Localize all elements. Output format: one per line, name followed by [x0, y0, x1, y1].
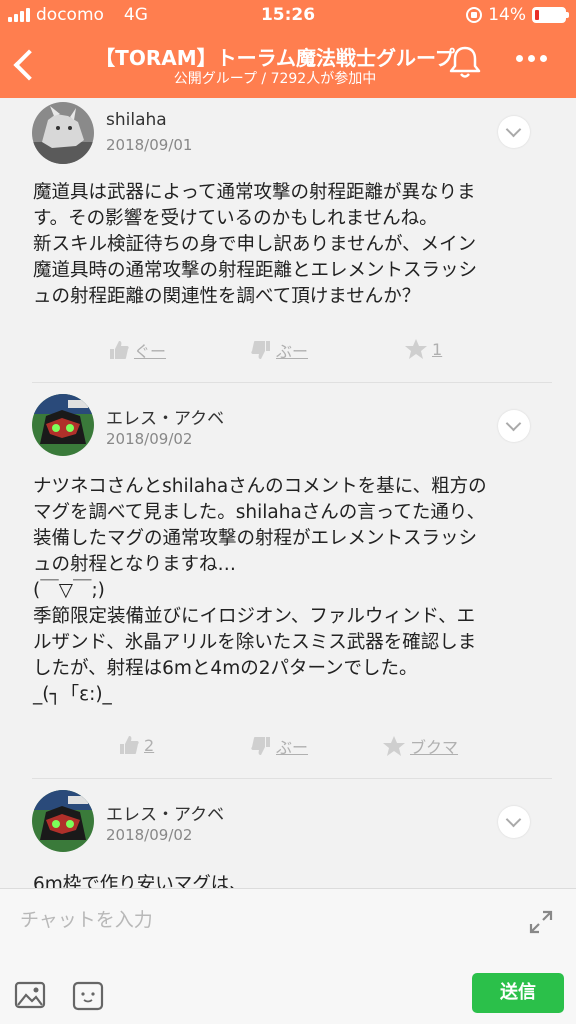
post-line: ナツネコさんとshilahaさんのコメントを基に、粗方の	[33, 476, 487, 497]
post-line: 魔道具時の通常攻撃の射程距離とエレメントスラッシ	[33, 260, 478, 281]
boo-label: ぶー	[276, 738, 309, 757]
bookmark-button[interactable]: ブクマ	[382, 734, 458, 758]
author-name: エレス・アクベ	[106, 805, 225, 825]
app-header: docomo 4G 15:26 14% 【TORAM】トーラム魔法戦士グループ …	[0, 0, 576, 98]
avatar[interactable]	[32, 790, 94, 852]
status-right: 14%	[466, 5, 569, 25]
post-line: ルザンド、氷晶アリルを除いたスミス武器を確認しま	[33, 632, 477, 653]
battery-level	[535, 10, 540, 20]
back-button[interactable]	[10, 44, 38, 84]
star-icon	[405, 339, 427, 359]
post-body: 魔道具は武器によって通常攻撃の射程距離が異なりま す。その影響を受けているのかも…	[33, 180, 553, 310]
boo-label: ぶー	[276, 342, 309, 361]
author-name: エレス・アクベ	[106, 409, 225, 429]
good-button[interactable]: 2	[118, 734, 154, 756]
good-label: ぐー	[134, 342, 167, 361]
good-count: 2	[144, 735, 155, 755]
bookmark-button[interactable]: 1	[404, 338, 442, 360]
divider	[32, 382, 552, 383]
thumbs-down-icon	[251, 737, 270, 755]
bell-icon[interactable]	[448, 44, 482, 80]
battery-icon	[532, 7, 569, 23]
post-line: マグを調べて見ました。shilahaさんの言ってた通り、	[33, 502, 486, 523]
post-date: 2018/09/02	[106, 826, 193, 844]
group-subtitle: 公開グループ / 7292人が参加中	[173, 71, 377, 87]
post-line: ュの射程となりますね…	[33, 554, 236, 575]
post-line: す。その影響を受けているのかもしれませんね。	[33, 208, 438, 229]
post-line: 季節限定装備並びにイロジオン、ファルウィンド、エ	[33, 606, 476, 627]
status-bar: docomo 4G 15:26 14%	[0, 0, 576, 30]
chevron-down-icon[interactable]	[498, 116, 530, 148]
bookmark-count: 1	[432, 339, 443, 359]
thumbs-up-icon	[120, 736, 139, 754]
post-line: _(┐「ε:)_	[33, 684, 112, 705]
send-button[interactable]: 送信	[472, 973, 564, 1013]
more-options-icon[interactable]	[516, 55, 547, 62]
post-body: 6m枠で作り安いマグは、	[33, 872, 553, 888]
image-icon[interactable]	[14, 981, 46, 1009]
post-line: (￣▽￣;)	[33, 580, 105, 601]
post-body: ナツネコさんとshilahaさんのコメントを基に、粗方の マグを調べて見ました。…	[33, 474, 553, 708]
boo-button[interactable]: ぶー	[250, 338, 308, 362]
post-line: ュの射程距離の関連性を調べて頂けませんか？	[33, 286, 421, 307]
battery-percent: 14%	[488, 5, 526, 25]
post: エレス・アクベ 2018/09/02 ナツネコさんとshilahaさんのコメント…	[0, 384, 576, 780]
post: エレス・アクベ 2018/09/02 6m枠で作り安いマグは、	[0, 780, 576, 888]
post-line: 6m枠で作り安いマグは、	[33, 874, 248, 888]
post-actions: 2 ぶー ブクマ	[0, 734, 576, 764]
star-icon	[383, 736, 405, 756]
chat-input-bar: チャットを入力 送信	[0, 888, 576, 1024]
thumbs-up-icon	[110, 341, 129, 359]
group-title: 【TORAM】トーラム魔法戦士グループ	[95, 46, 455, 70]
chevron-down-icon[interactable]	[498, 410, 530, 442]
emoji-icon[interactable]	[72, 981, 104, 1011]
avatar[interactable]	[32, 394, 94, 456]
expand-icon[interactable]	[528, 909, 554, 935]
good-button[interactable]: ぐー	[108, 338, 166, 362]
chevron-down-icon[interactable]	[498, 806, 530, 838]
post-line: 新スキル検証待ちの身で申し訳ありませんが、メイン	[33, 234, 477, 255]
post-line: 装備したマグの通常攻撃の射程がエレメントスラッシ	[33, 528, 478, 549]
post-date: 2018/09/02	[106, 430, 193, 448]
avatar[interactable]	[32, 102, 94, 164]
chat-input[interactable]: チャットを入力	[20, 905, 153, 932]
post: shilaha 2018/09/01 魔道具は武器によって通常攻撃の射程距離が異…	[0, 98, 576, 384]
post-line: 魔道具は武器によって通常攻撃の射程距離が異なりま	[33, 182, 476, 203]
post-date: 2018/09/01	[106, 136, 193, 154]
thumbs-down-icon	[251, 341, 270, 359]
post-line: したが、射程は6mと4mの2パターンでした。	[33, 658, 418, 679]
author-name: shilaha	[106, 110, 167, 130]
post-actions: ぐー ぶー 1	[0, 338, 576, 368]
divider	[32, 778, 552, 779]
boo-button[interactable]: ぶー	[250, 734, 308, 758]
rotation-lock-icon	[466, 7, 483, 23]
bookmark-label: ブクマ	[410, 738, 459, 757]
